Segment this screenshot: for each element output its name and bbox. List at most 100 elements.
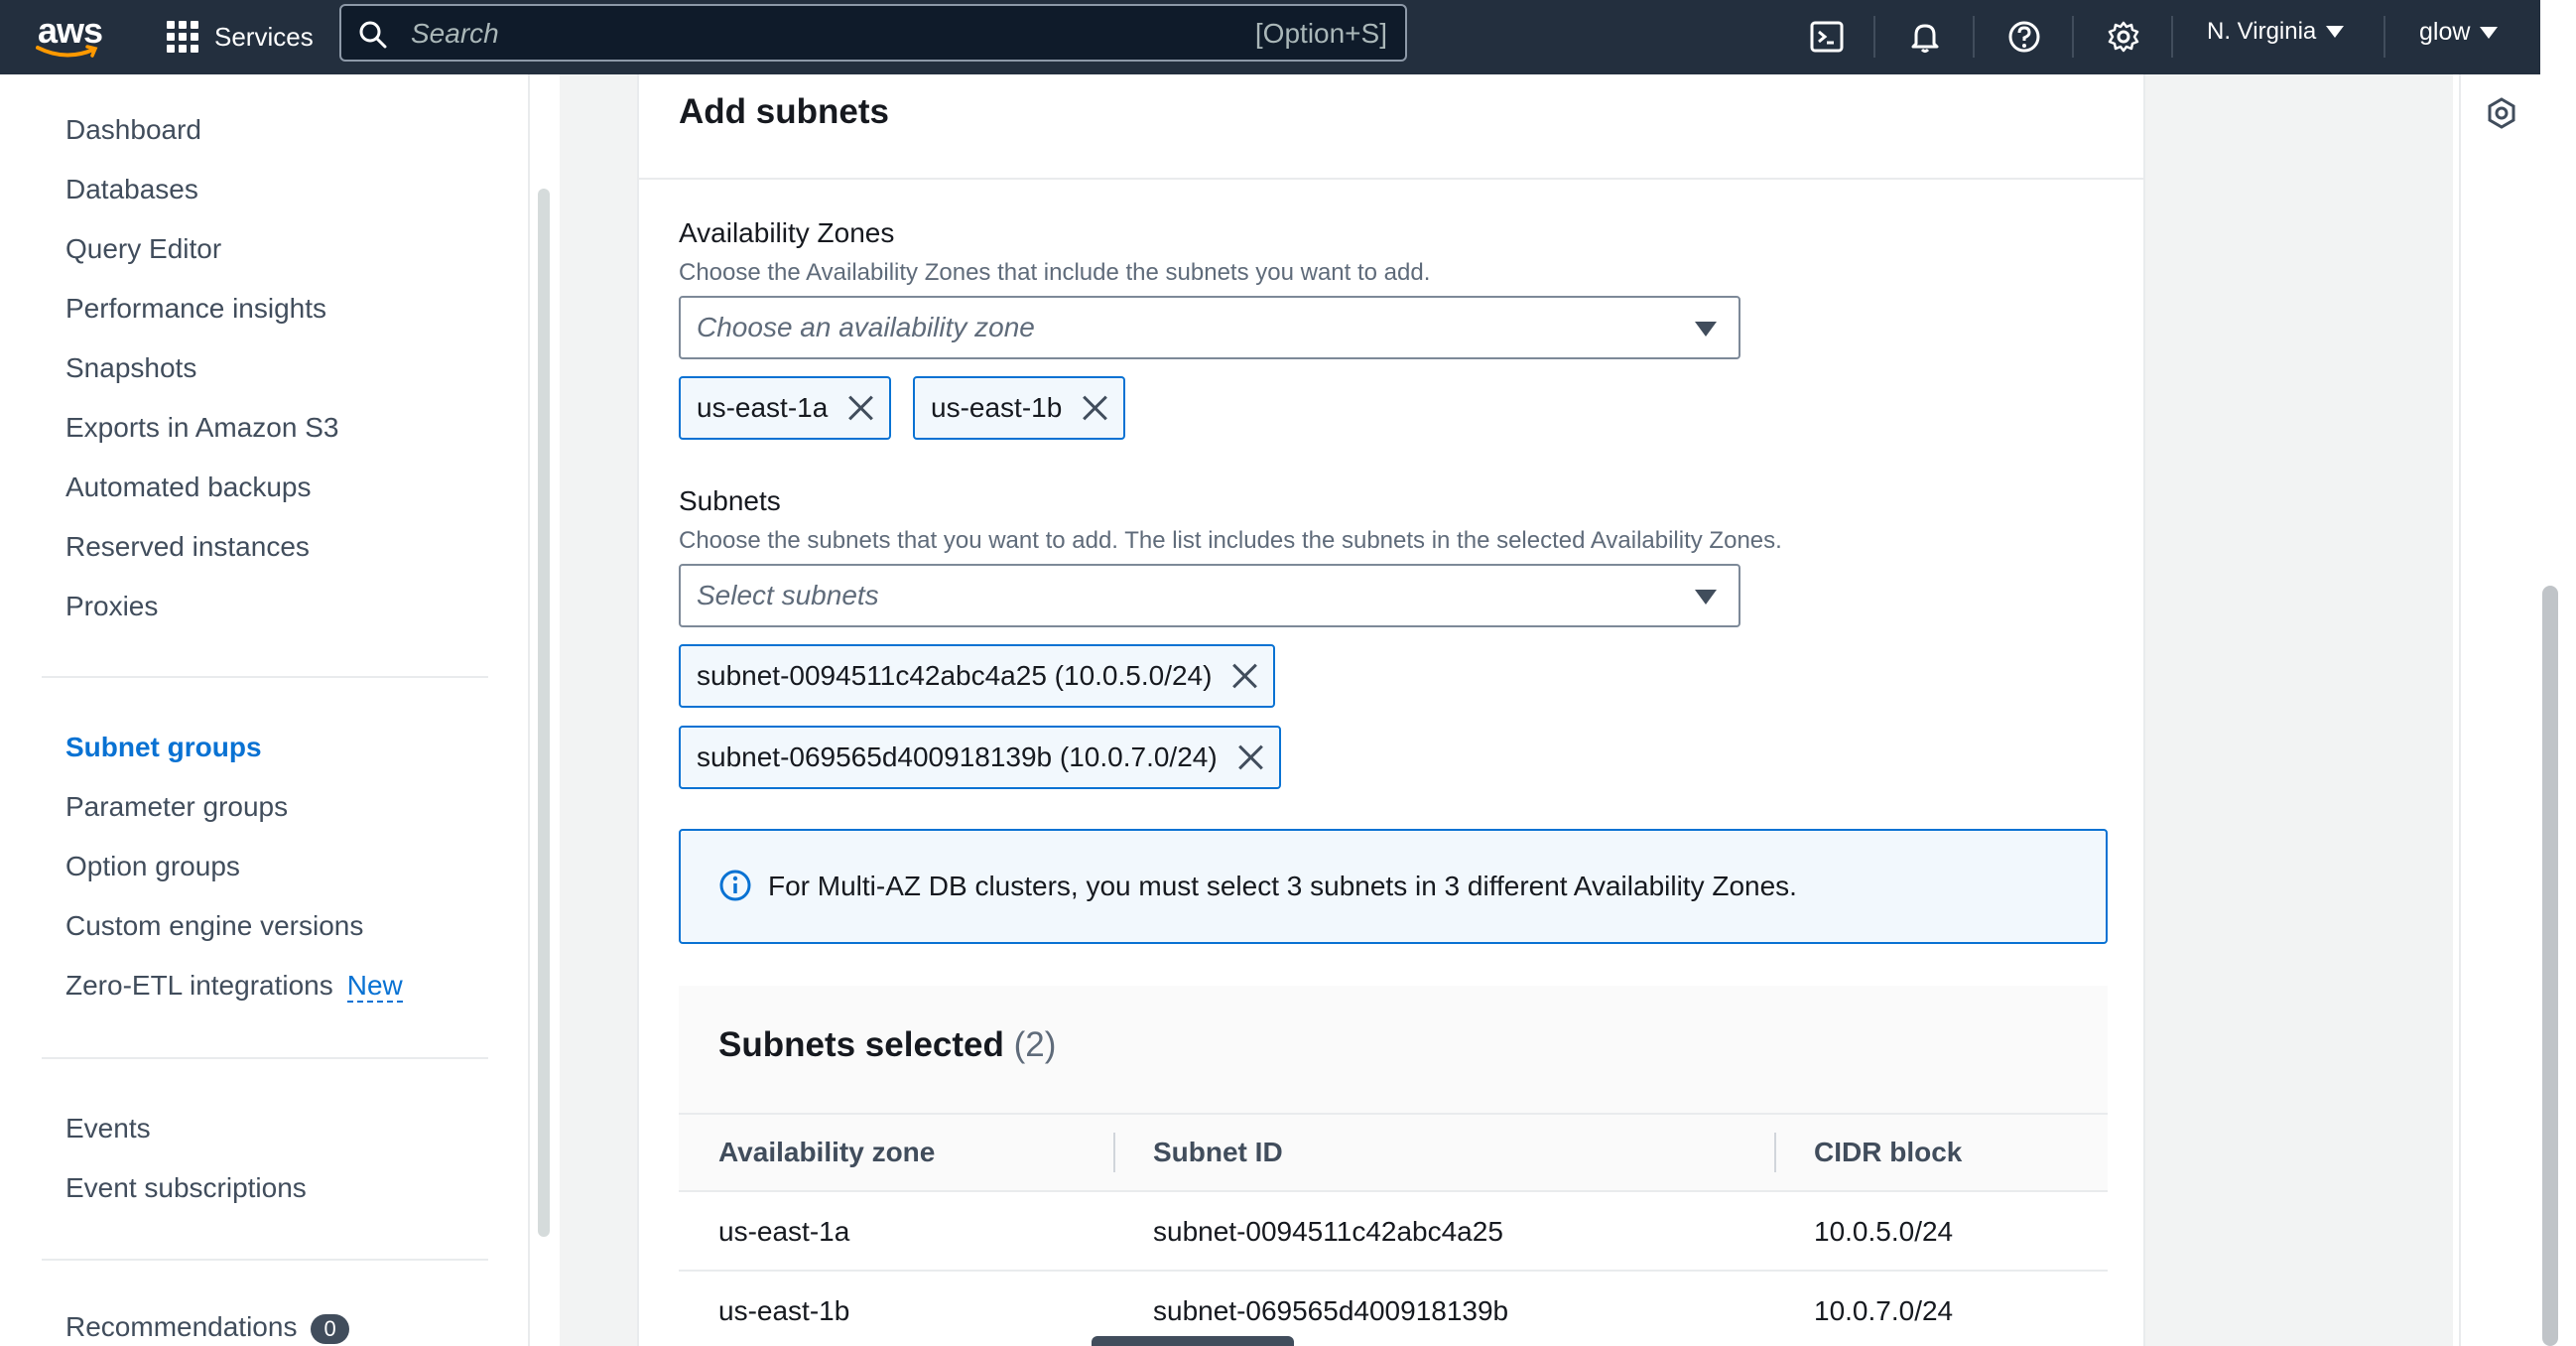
close-icon[interactable]	[1231, 663, 1257, 689]
account-label: glow	[2419, 18, 2471, 46]
az-token: us-east-1b	[913, 376, 1126, 440]
sidebar-item-dashboard[interactable]: Dashboard	[65, 114, 201, 146]
cell-az: us-east-1a	[718, 1216, 850, 1247]
sidebar-item-option-groups[interactable]: Option groups	[65, 851, 240, 882]
search-input[interactable]: Search [Option+S]	[339, 4, 1407, 62]
region-selector[interactable]: N. Virginia	[2207, 18, 2345, 46]
cell-cidr: 10.0.5.0/24	[1814, 1216, 1954, 1247]
nav-divider	[2171, 16, 2173, 58]
settings-icon[interactable]	[2101, 14, 2146, 60]
bell-icon[interactable]	[1902, 14, 1948, 60]
subnets-selected-table: Subnets selected (2) Availability zone S…	[679, 986, 2108, 1346]
close-icon[interactable]	[847, 395, 873, 421]
token-label: us-east-1b	[931, 392, 1063, 423]
sidebar-item-proxies[interactable]: Proxies	[65, 591, 158, 622]
token-label: subnet-0094511c42abc4a25 (10.0.5.0/24)	[697, 660, 1213, 691]
nav-divider	[2383, 16, 2385, 58]
close-icon[interactable]	[1237, 744, 1263, 770]
services-menu-button[interactable]: Services	[167, 14, 314, 60]
subnets-select[interactable]: Select subnets	[679, 564, 1740, 627]
aws-smile-icon	[36, 45, 98, 58]
services-label: Services	[214, 21, 314, 52]
sidebar-item-label: Zero-ETL integrations	[65, 970, 333, 1001]
page-scrollbar[interactable]	[2542, 586, 2558, 1346]
nav-divider	[2072, 16, 2074, 58]
new-badge: New	[346, 970, 403, 1003]
sidebar-item-event-subscriptions[interactable]: Event subscriptions	[65, 1172, 307, 1204]
info-icon	[719, 870, 751, 901]
az-label: Availability Zones	[679, 217, 895, 248]
table-row: us-east-1b subnet-069565d400918139b 10.0…	[679, 1272, 2108, 1346]
search-placeholder: Search	[411, 18, 499, 49]
search-shortcut-hint: [Option+S]	[1254, 18, 1387, 49]
caret-down-icon	[2480, 26, 2499, 39]
aws-logo[interactable]: aws	[36, 10, 103, 60]
cell-az: us-east-1b	[718, 1295, 850, 1326]
az-select[interactable]: Choose an availability zone	[679, 296, 1740, 359]
column-separator[interactable]	[1774, 1133, 1776, 1172]
column-separator[interactable]	[1113, 1133, 1115, 1172]
sidebar-item-parameter-groups[interactable]: Parameter groups	[65, 791, 288, 823]
cell-cidr: 10.0.7.0/24	[1814, 1295, 1954, 1326]
sidebar-item-databases[interactable]: Databases	[65, 174, 198, 205]
nav-divider	[1873, 16, 1875, 58]
subnet-token: subnet-069565d400918139b (10.0.7.0/24)	[679, 726, 1281, 789]
subnets-label: Subnets	[679, 485, 781, 516]
column-header-subnet-id[interactable]: Subnet ID	[1153, 1137, 1283, 1168]
panel-icon[interactable]	[2485, 96, 2518, 130]
subnet-token: subnet-0094511c42abc4a25 (10.0.5.0/24)	[679, 644, 1276, 708]
nav-divider	[1973, 16, 1975, 58]
tools-panel-rail	[2459, 74, 2540, 1346]
token-label: us-east-1a	[697, 392, 829, 423]
table-header: Availability zone Subnet ID CIDR block	[679, 1113, 2108, 1192]
sidebar-divider	[42, 1259, 488, 1261]
az-description: Choose the Availability Zones that inclu…	[679, 259, 1431, 286]
caret-down-icon	[1695, 590, 1717, 605]
sidebar-item-subnet-groups[interactable]: Subnet groups	[65, 732, 262, 763]
help-icon[interactable]	[2001, 14, 2047, 60]
cell-subnet-id: subnet-0094511c42abc4a25	[1153, 1216, 1503, 1247]
sidebar-item-automated-backups[interactable]: Automated backups	[65, 471, 312, 503]
sidebar-item-query-editor[interactable]: Query Editor	[65, 233, 221, 265]
cell-subnet-id: subnet-069565d400918139b	[1153, 1295, 1509, 1326]
sidebar-divider	[42, 1057, 488, 1059]
sidebar-item-exports-s3[interactable]: Exports in Amazon S3	[65, 412, 338, 444]
subnets-select-placeholder: Select subnets	[697, 580, 879, 610]
column-header-cidr[interactable]: CIDR block	[1814, 1137, 1962, 1168]
section-title: Add subnets	[679, 92, 889, 131]
close-icon[interactable]	[1082, 395, 1107, 421]
search-icon	[359, 21, 387, 49]
feedback-tab[interactable]	[1092, 1336, 1294, 1346]
table-row: us-east-1a subnet-0094511c42abc4a25 10.0…	[679, 1192, 2108, 1272]
side-navigation: Dashboard Databases Query Editor Perform…	[0, 74, 530, 1346]
sidebar-item-recommendations[interactable]: Recommendations 0	[65, 1311, 349, 1344]
sidebar-item-custom-engine-versions[interactable]: Custom engine versions	[65, 910, 363, 942]
caret-down-icon	[2326, 26, 2345, 38]
sidebar-item-snapshots[interactable]: Snapshots	[65, 352, 196, 384]
az-token: us-east-1a	[679, 376, 892, 440]
sidebar-item-reserved-instances[interactable]: Reserved instances	[65, 531, 310, 563]
region-label: N. Virginia	[2207, 18, 2317, 45]
cloudshell-icon[interactable]	[1804, 14, 1850, 60]
container-header: Add subnets	[639, 74, 2143, 180]
sidebar-item-events[interactable]: Events	[65, 1113, 151, 1144]
add-subnets-container: Add subnets Availability Zones Choose th…	[637, 74, 2145, 1346]
info-alert: For Multi-AZ DB clusters, you must selec…	[679, 829, 2108, 944]
table-title: Subnets selected (2)	[718, 1025, 1056, 1065]
sidebar-item-performance-insights[interactable]: Performance insights	[65, 293, 326, 325]
count-badge: 0	[311, 1313, 349, 1344]
alert-message: For Multi-AZ DB clusters, you must selec…	[768, 871, 1797, 901]
table-count: (2)	[1013, 1025, 1057, 1064]
table-title-text: Subnets selected	[718, 1025, 1004, 1064]
grid-icon	[167, 21, 198, 53]
sidebar-scrollbar[interactable]	[538, 189, 550, 1237]
sidebar-item-zero-etl[interactable]: Zero-ETL integrations New	[65, 970, 403, 1003]
subnets-description: Choose the subnets that you want to add.…	[679, 527, 1782, 554]
caret-down-icon	[1695, 322, 1717, 336]
sidebar-divider	[42, 676, 488, 678]
top-navigation: aws Services Search [Option+S] N. Virgin…	[0, 0, 2540, 74]
column-header-az[interactable]: Availability zone	[718, 1137, 935, 1168]
account-menu[interactable]: glow	[2419, 18, 2499, 47]
sidebar-item-label: Recommendations	[65, 1311, 298, 1342]
az-select-placeholder: Choose an availability zone	[697, 312, 1035, 342]
